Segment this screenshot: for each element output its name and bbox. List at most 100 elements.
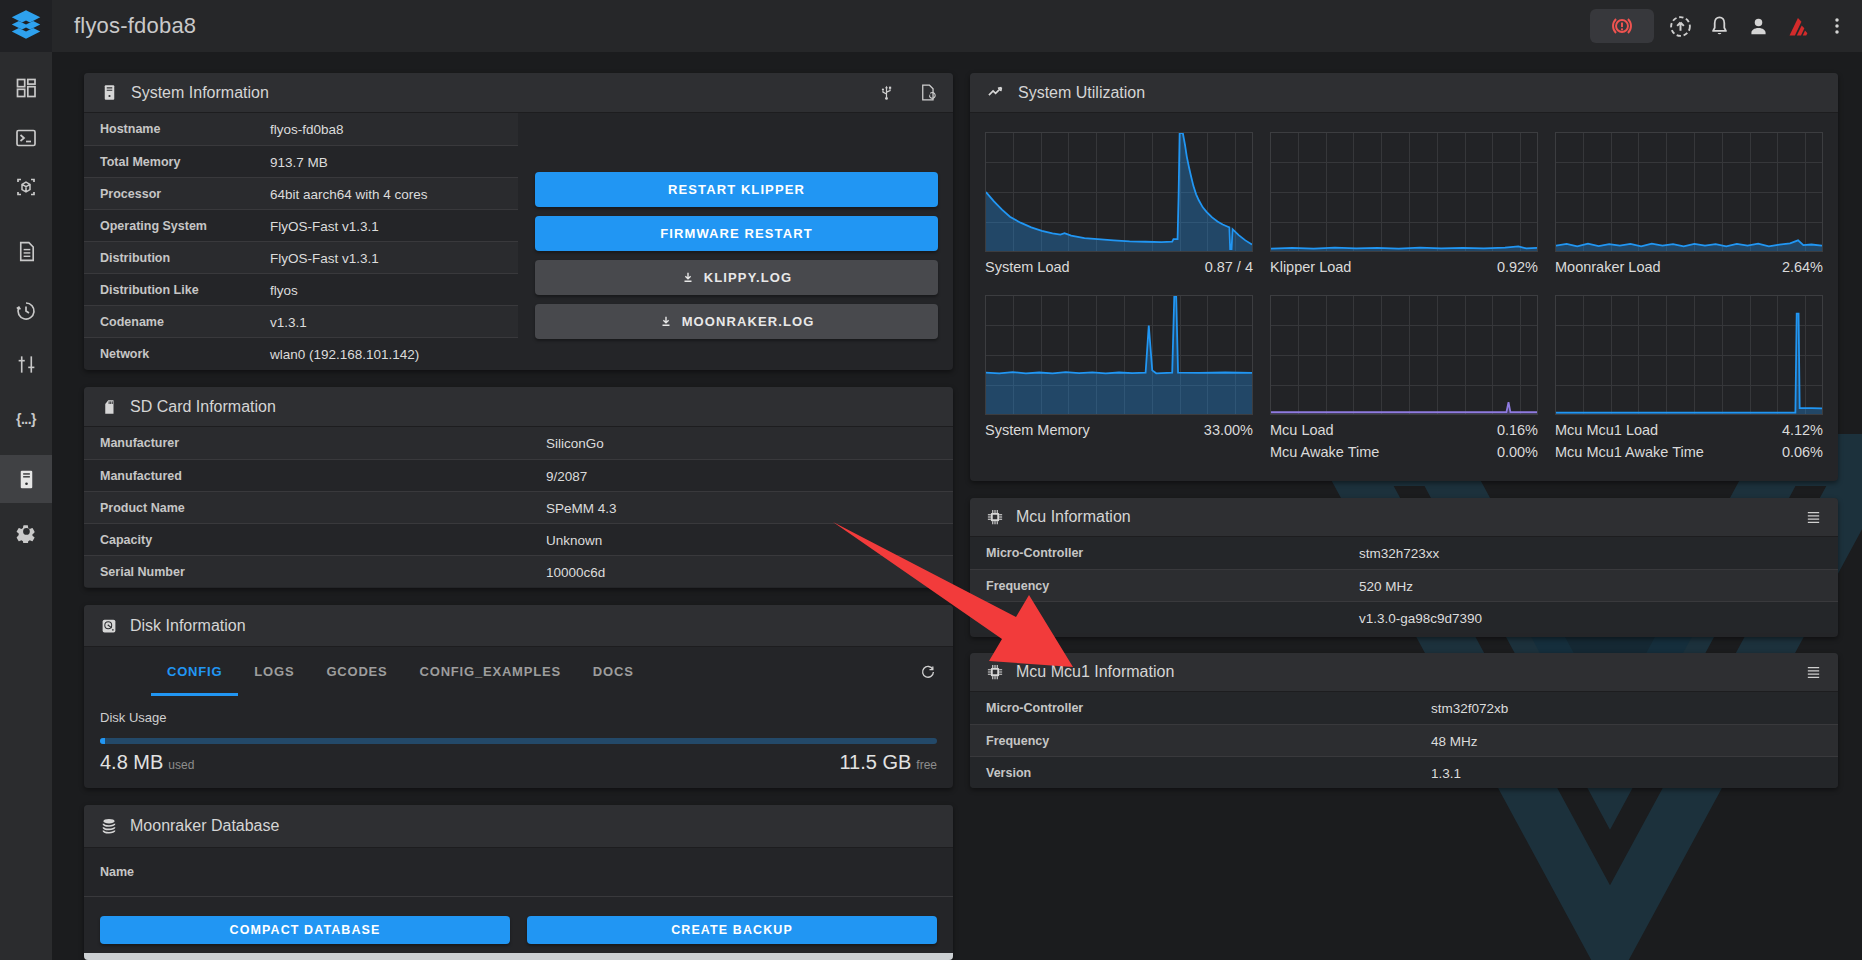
row-value: Unknown xyxy=(546,532,602,547)
row-value: SiliconGo xyxy=(546,436,604,451)
tab-logs[interactable]: LOGS xyxy=(238,647,310,696)
row-label: Serial Number xyxy=(100,565,185,579)
klippy-log-button[interactable]: KLIPPY.LOG xyxy=(535,260,938,295)
moonraker-log-button[interactable]: MOONRAKER.LOG xyxy=(535,304,938,339)
history-icon xyxy=(14,299,38,323)
menu-icon[interactable] xyxy=(1805,664,1822,681)
utilization-chart xyxy=(1270,295,1538,415)
sidebar-item-tune[interactable] xyxy=(0,340,52,388)
app-logo[interactable] xyxy=(0,0,52,52)
panel-title: System Utilization xyxy=(1018,84,1145,102)
tile-label: System Memory xyxy=(985,422,1090,438)
system-information-header: System Information xyxy=(84,73,953,113)
row-value: flyos xyxy=(270,282,298,297)
refresh-icon xyxy=(919,663,937,681)
brand-logo-icon[interactable] xyxy=(1785,13,1812,40)
sidebar-item-files[interactable] xyxy=(0,227,52,275)
mcu-information-table: Micro-Controllerstm32h723xxFrequency520 … xyxy=(970,537,1838,633)
row-value: 48 MHz xyxy=(1431,733,1478,748)
utilization-tile: System Load0.87 / 4 xyxy=(985,132,1253,278)
row-value: 64bit aarch64 with 4 cores xyxy=(270,186,428,201)
table-row: Product NameSPeMM 4.3 xyxy=(84,491,953,523)
tile-value: 4.12% xyxy=(1782,422,1823,438)
table-row: Frequency48 MHz xyxy=(970,724,1838,756)
table-row: Processor 64bit aarch64 with 4 cores xyxy=(84,177,518,209)
disk-tabs: CONFIG LOGS GCODES CONFIG_EXAMPLES DOCS xyxy=(84,647,953,696)
utilization-tile: Mcu Load0.16%Mcu Awake Time0.00% xyxy=(1270,295,1538,463)
panel-title: Mcu Information xyxy=(1016,508,1131,526)
log-file-icon[interactable] xyxy=(918,83,937,102)
table-row: Frequency520 MHz xyxy=(970,569,1838,601)
tab-docs[interactable]: DOCS xyxy=(577,647,650,696)
tab-gcodes[interactable]: GCODES xyxy=(310,647,403,696)
nav-sidebar: {...} xyxy=(0,52,52,960)
row-label: Processor xyxy=(100,187,161,201)
disk-usage-bar xyxy=(100,738,937,744)
table-row: Micro-Controllerstm32f072xb xyxy=(970,692,1838,724)
row-value: 520 MHz xyxy=(1359,578,1413,593)
sidebar-item-macros[interactable]: {...} xyxy=(0,395,52,443)
panel-title: Mcu Mcu1 Information xyxy=(1016,663,1174,681)
mcu-mcu1-information-panel: Mcu Mcu1 Information Micro-Controllerstm… xyxy=(970,653,1838,788)
file-document-icon xyxy=(15,240,38,263)
table-row: Operating SystemFlyOS-Fast v1.3.1 xyxy=(84,209,518,241)
database-row-partial xyxy=(84,953,953,960)
table-row: Distribution Like flyos xyxy=(84,273,518,305)
system-utilization-header: System Utilization xyxy=(970,73,1838,113)
row-label: Capacity xyxy=(100,533,152,547)
sidebar-item-machine[interactable] xyxy=(0,455,52,503)
page-title: flyos-fdoba8 xyxy=(74,13,196,39)
utilization-chart xyxy=(1555,295,1823,415)
sd-card-table: ManufacturerSiliconGoManufactured9/2087P… xyxy=(84,427,953,587)
create-backup-button[interactable]: CREATE BACKUP xyxy=(527,916,937,944)
mcu-information-header: Mcu Information xyxy=(970,498,1838,537)
gear-icon xyxy=(15,520,38,543)
menu-icon[interactable] xyxy=(1805,509,1822,526)
row-label: Distribution Like xyxy=(100,283,199,297)
row-label: Total Memory xyxy=(100,155,180,169)
row-label: Product Name xyxy=(100,501,185,515)
firmware-restart-button[interactable]: FIRMWARE RESTART xyxy=(535,216,938,251)
tile-value: 0.16% xyxy=(1497,422,1538,438)
sidebar-item-gcode-preview[interactable] xyxy=(0,163,52,211)
menu-dots-icon[interactable] xyxy=(1826,15,1848,37)
tab-config-examples[interactable]: CONFIG_EXAMPLES xyxy=(404,647,577,696)
top-bar: flyos-fdoba8 xyxy=(0,0,1862,52)
update-icon[interactable] xyxy=(1668,14,1693,39)
panel-title: Disk Information xyxy=(130,617,246,635)
table-row: Hostnameflyos-fd0ba8 xyxy=(84,113,518,145)
compact-database-button[interactable]: COMPACT DATABASE xyxy=(100,916,510,944)
notifications-bell-icon[interactable] xyxy=(1707,14,1732,39)
refresh-button[interactable] xyxy=(911,647,945,696)
tile-value: 33.00% xyxy=(1204,422,1253,438)
sidebar-item-history[interactable] xyxy=(0,287,52,335)
table-row: Manufactured9/2087 xyxy=(84,459,953,491)
tile-value: 0.87 / 4 xyxy=(1205,259,1253,275)
sidebar-item-console[interactable] xyxy=(0,114,52,162)
tile-label: Moonraker Load xyxy=(1555,259,1661,275)
usb-icon[interactable] xyxy=(877,83,896,102)
sidebar-item-dashboard[interactable] xyxy=(0,64,52,112)
table-row: Capacity Unknown xyxy=(84,523,953,555)
panel-title: Moonraker Database xyxy=(130,817,279,835)
row-value: 913.7 MB xyxy=(270,154,328,169)
row-value: wlan0 (192.168.101.142) xyxy=(270,346,419,361)
disk-information-header: Disk Information xyxy=(84,605,953,647)
tile-label: Mcu Load xyxy=(1270,422,1334,438)
restart-klipper-button[interactable]: RESTART KLIPPER xyxy=(535,172,938,207)
utilization-chart xyxy=(985,295,1253,415)
row-label: Micro-Controller xyxy=(986,546,1083,560)
emergency-stop-button[interactable] xyxy=(1590,9,1654,43)
tile-value: 2.64% xyxy=(1782,259,1823,275)
utilization-tile: Klipper Load0.92% xyxy=(1270,132,1538,278)
tab-config[interactable]: CONFIG xyxy=(151,647,238,696)
tune-icon xyxy=(15,353,38,376)
row-label: Version xyxy=(986,766,1031,780)
account-icon[interactable] xyxy=(1746,14,1771,39)
row-value: 1.3.1 xyxy=(1431,765,1461,780)
row-value: v1.3.0-ga98c9d7390 xyxy=(1359,610,1482,625)
sd-card-information-panel: SD Card Information ManufacturerSiliconG… xyxy=(84,387,953,588)
tile-label: Klipper Load xyxy=(1270,259,1351,275)
sidebar-item-settings[interactable] xyxy=(0,507,52,555)
row-label: Operating System xyxy=(100,219,207,233)
